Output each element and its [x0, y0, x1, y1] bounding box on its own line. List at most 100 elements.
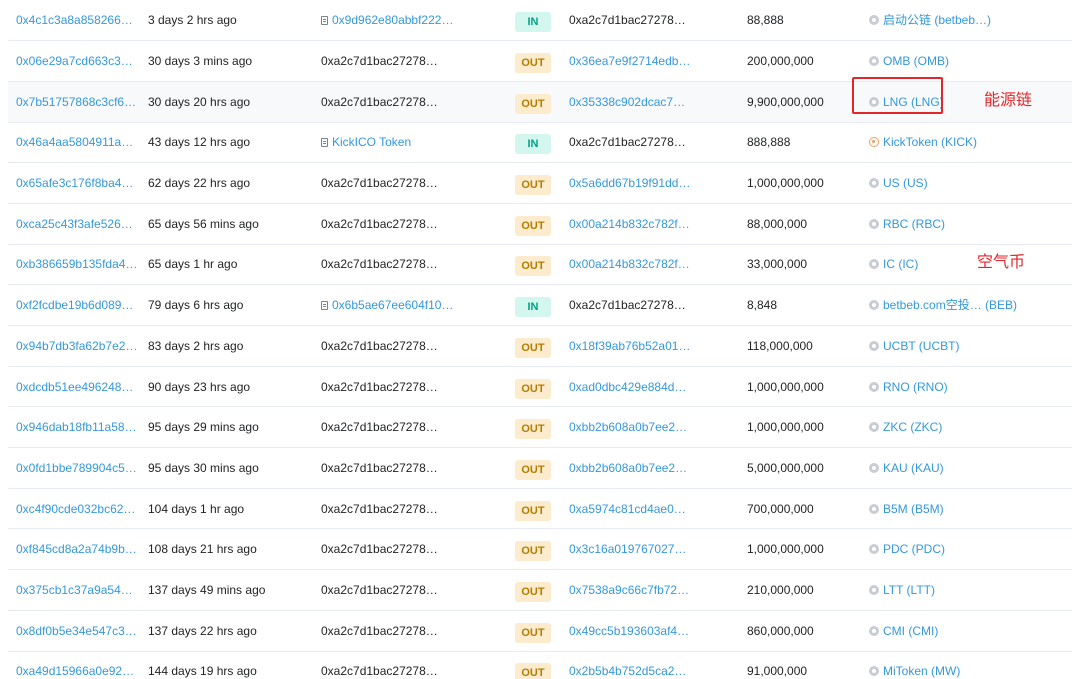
- table-row: 0xa49d15966a0e92… 144 days 19 hrs ago 0xa2…: [8, 651, 1072, 679]
- txn-hash-link[interactable]: 0xc4f90cde032bc62…: [16, 502, 135, 516]
- txn-hash-cell: 0x375cb1c37a9a54…: [8, 570, 140, 611]
- out-badge: OUT: [515, 256, 551, 277]
- token-link[interactable]: RBC (RBC): [883, 217, 945, 231]
- txn-hash-link[interactable]: 0x7b51757868c3cf6…: [16, 95, 136, 109]
- from-cell: KickICO Token: [313, 122, 507, 163]
- from-address-link[interactable]: 0x6b5ae67ee604f10…: [332, 298, 453, 312]
- direction-cell: OUT: [507, 163, 561, 204]
- age-cell: 137 days 22 hrs ago: [148, 623, 257, 638]
- age-cell: 83 days 2 hrs ago: [148, 338, 244, 353]
- txn-hash-link[interactable]: 0x4c1c3a8a858266…: [16, 13, 133, 27]
- age-cell: 62 days 22 hrs ago: [148, 176, 251, 191]
- token-icon: [869, 422, 879, 433]
- token-link[interactable]: B5M (B5M): [883, 502, 944, 516]
- table-row: 0x65afe3c176f8ba4… 62 days 22 hrs ago 0xa2…: [8, 163, 1072, 204]
- token-link[interactable]: KAU (KAU): [883, 461, 944, 475]
- value-cell: 1,000,000,000: [747, 379, 824, 394]
- txn-hash-link[interactable]: 0xa49d15966a0e92…: [16, 664, 134, 678]
- txn-hash-cell: 0xdcdb51ee496248…: [8, 366, 140, 407]
- to-address-link[interactable]: 0x00a214b832c782f…: [569, 217, 690, 231]
- token-link[interactable]: US (US): [883, 176, 928, 190]
- to-cell: 0xa5974c81cd4ae0…: [561, 488, 739, 529]
- txn-hash-cell: 0x7b51757868c3cf6…: [8, 81, 140, 122]
- txn-hash-link[interactable]: 0xf2fcdbe19b6d089…: [16, 298, 133, 312]
- in-badge: IN: [515, 297, 551, 318]
- from-address-link[interactable]: KickICO Token: [332, 135, 411, 149]
- to-address-link[interactable]: 0x18f39ab76b52a01…: [569, 339, 690, 353]
- txn-hash-link[interactable]: 0xb386659b135fda4…: [16, 257, 137, 271]
- token-link[interactable]: PDC (PDC): [883, 542, 945, 556]
- out-badge: OUT: [515, 378, 551, 399]
- token-link[interactable]: IC (IC): [883, 257, 918, 271]
- from-address: 0xa2c7d1bac27278…: [321, 460, 438, 475]
- value-cell: 1,000,000,000: [747, 176, 824, 191]
- value-cell: 210,000,000: [747, 582, 814, 597]
- to-address-link[interactable]: 0x5a6dd67b19f91dd…: [569, 176, 690, 190]
- value-cell: 33,000,000: [747, 257, 808, 272]
- to-cell: 0x35338c902dcac7…: [561, 81, 739, 122]
- txn-hash-link[interactable]: 0x375cb1c37a9a54…: [16, 583, 133, 597]
- token-link[interactable]: LTT (LTT): [883, 583, 935, 597]
- txn-hash-link[interactable]: 0x65afe3c176f8ba4…: [16, 176, 133, 190]
- to-address-link[interactable]: 0x7538a9c66c7fb72…: [569, 583, 689, 597]
- to-address-link[interactable]: 0x35338c902dcac7…: [569, 95, 685, 109]
- to-address-link[interactable]: 0x36ea7e9f2714edb…: [569, 54, 690, 68]
- token-link[interactable]: MiToken (MW): [883, 664, 960, 678]
- token-icon: [869, 178, 879, 189]
- from-address-link[interactable]: 0x9d962e80abbf222…: [332, 13, 453, 27]
- txn-hash-link[interactable]: 0x06e29a7cd663c3…: [16, 54, 133, 68]
- token-icon: [869, 625, 879, 636]
- token-link[interactable]: OMB (OMB): [883, 54, 949, 68]
- to-address-link[interactable]: 0x49cc5b193603af4…: [569, 624, 689, 638]
- direction-cell: OUT: [507, 244, 561, 285]
- value-cell: 200,000,000: [747, 54, 814, 69]
- txn-hash-link[interactable]: 0x8df0b5e34e547c3…: [16, 624, 137, 638]
- token-link[interactable]: ZKC (ZKC): [883, 420, 942, 434]
- txn-hash-link[interactable]: 0xdcdb51ee496248…: [16, 380, 133, 394]
- token-link[interactable]: betbeb.com空投… (BEB): [883, 298, 1017, 312]
- to-cell: 0xa2c7d1bac27278…: [561, 285, 739, 326]
- token-cell: 启动公链 (betbeb…): [861, 0, 1072, 41]
- txn-hash-link[interactable]: 0x94b7db3fa62b7e2…: [16, 339, 137, 353]
- token-cell: OMB (OMB): [861, 41, 1072, 82]
- from-cell: 0xa2c7d1bac27278…: [313, 41, 507, 82]
- value-cell: 5,000,000,000: [747, 460, 824, 475]
- from-cell: 0xa2c7d1bac27278…: [313, 529, 507, 570]
- txn-hash-link[interactable]: 0xf845cd8a2a74b9b…: [16, 542, 137, 556]
- txn-hash-link[interactable]: 0x46a4aa5804911a…: [16, 135, 133, 149]
- value-cell: 888,888: [747, 135, 791, 150]
- to-address-link[interactable]: 0xa5974c81cd4ae0…: [569, 502, 686, 516]
- token-icon: [869, 666, 879, 677]
- table-row: 0xc4f90cde032bc62… 104 days 1 hr ago 0xa2c…: [8, 488, 1072, 529]
- to-cell: 0xad0dbc429e884d…: [561, 366, 739, 407]
- token-link[interactable]: CMI (CMI): [883, 624, 938, 638]
- token-link[interactable]: RNO (RNO): [883, 380, 948, 394]
- out-badge: OUT: [515, 581, 551, 602]
- token-link[interactable]: KickToken (KICK): [883, 135, 977, 149]
- out-badge: OUT: [515, 459, 551, 480]
- to-address-link[interactable]: 0x3c16a019767027…: [569, 542, 686, 556]
- from-cell: 0xa2c7d1bac27278…: [313, 203, 507, 244]
- age-cell: 65 days 1 hr ago: [148, 257, 238, 272]
- to-address-link[interactable]: 0xbb2b608a0b7ee2…: [569, 461, 687, 475]
- to-address-link[interactable]: 0xad0dbc429e884d…: [569, 380, 686, 394]
- txn-hash-link[interactable]: 0xca25c43f3afe526…: [16, 217, 133, 231]
- token-link[interactable]: UCBT (UCBT): [883, 339, 959, 353]
- txn-hash-link[interactable]: 0x946dab18fb11a58…: [16, 420, 137, 434]
- age-cell: 30 days 3 mins ago: [148, 54, 253, 69]
- from-cell: 0xa2c7d1bac27278…: [313, 81, 507, 122]
- token-link[interactable]: 启动公链 (betbeb…): [883, 13, 991, 27]
- to-address-link[interactable]: 0x00a214b832c782f…: [569, 257, 690, 271]
- to-address-link[interactable]: 0xbb2b608a0b7ee2…: [569, 420, 687, 434]
- txn-hash-cell: 0x94b7db3fa62b7e2…: [8, 326, 140, 367]
- txn-hash-cell: 0x4c1c3a8a858266…: [8, 0, 140, 41]
- age-cell: 95 days 29 mins ago: [148, 420, 259, 435]
- token-icon: [869, 15, 879, 26]
- out-badge: OUT: [515, 663, 551, 679]
- to-address-link[interactable]: 0x2b5b4b752d5ca2…: [569, 664, 686, 678]
- table-row: 0x46a4aa5804911a… 43 days 12 hrs ago KickI…: [8, 122, 1072, 163]
- age-cell: 108 days 21 hrs ago: [148, 542, 257, 557]
- txn-hash-cell: 0x0fd1bbe789904c5…: [8, 448, 140, 489]
- token-cell: UCBT (UCBT): [861, 326, 1072, 367]
- txn-hash-link[interactable]: 0x0fd1bbe789904c5…: [16, 461, 137, 475]
